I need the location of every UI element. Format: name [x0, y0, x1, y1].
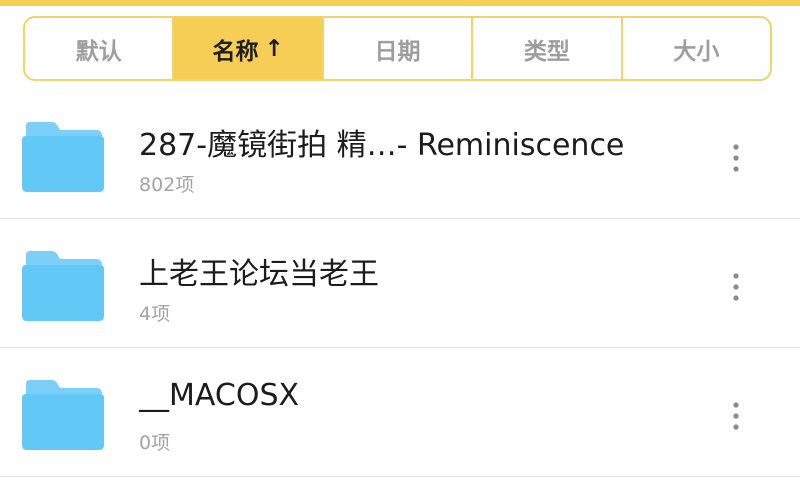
folder-icon: [22, 122, 104, 192]
top-accent-bar: [0, 0, 800, 6]
more-options-button[interactable]: [716, 138, 756, 178]
sort-tab-name[interactable]: 名称 ↑: [174, 18, 324, 79]
folder-icon: [22, 251, 104, 321]
sort-ascending-arrow-icon: ↑: [264, 35, 284, 62]
file-item-count: 0项: [139, 432, 171, 454]
more-options-button[interactable]: [716, 267, 756, 307]
more-vertical-icon: [733, 273, 739, 301]
file-list: 287-魔镜街拍 精…- Reminiscence 802项 上老王论坛当老王 …: [0, 90, 800, 477]
file-name: 287-魔镜街拍 精…- Reminiscence: [139, 128, 625, 163]
more-vertical-icon: [733, 402, 739, 430]
file-name: 上老王论坛当老王: [139, 257, 379, 292]
more-vertical-icon: [733, 144, 739, 172]
file-row[interactable]: 上老王论坛当老王 4项: [0, 219, 800, 348]
file-name: __MACOSX: [139, 378, 300, 413]
sort-tab-label: 名称: [212, 38, 259, 65]
file-row[interactable]: __MACOSX 0项: [0, 348, 800, 477]
sort-tab-size[interactable]: 大小: [623, 18, 770, 79]
sort-tab-label: 大小: [673, 38, 720, 65]
sort-tab-date[interactable]: 日期: [324, 18, 474, 79]
sort-bar: 默认 名称 ↑ 日期 类型 大小: [23, 16, 772, 81]
sort-tab-type[interactable]: 类型: [473, 18, 623, 79]
folder-icon: [22, 380, 104, 450]
sort-tab-label: 日期: [374, 38, 421, 65]
file-row[interactable]: 287-魔镜街拍 精…- Reminiscence 802项: [0, 90, 800, 219]
file-item-count: 4项: [139, 303, 171, 325]
file-item-count: 802项: [139, 174, 195, 196]
sort-tab-default[interactable]: 默认: [25, 18, 175, 79]
more-options-button[interactable]: [716, 396, 756, 436]
sort-tab-label: 默认: [75, 38, 122, 65]
sort-tab-label: 类型: [523, 38, 570, 65]
